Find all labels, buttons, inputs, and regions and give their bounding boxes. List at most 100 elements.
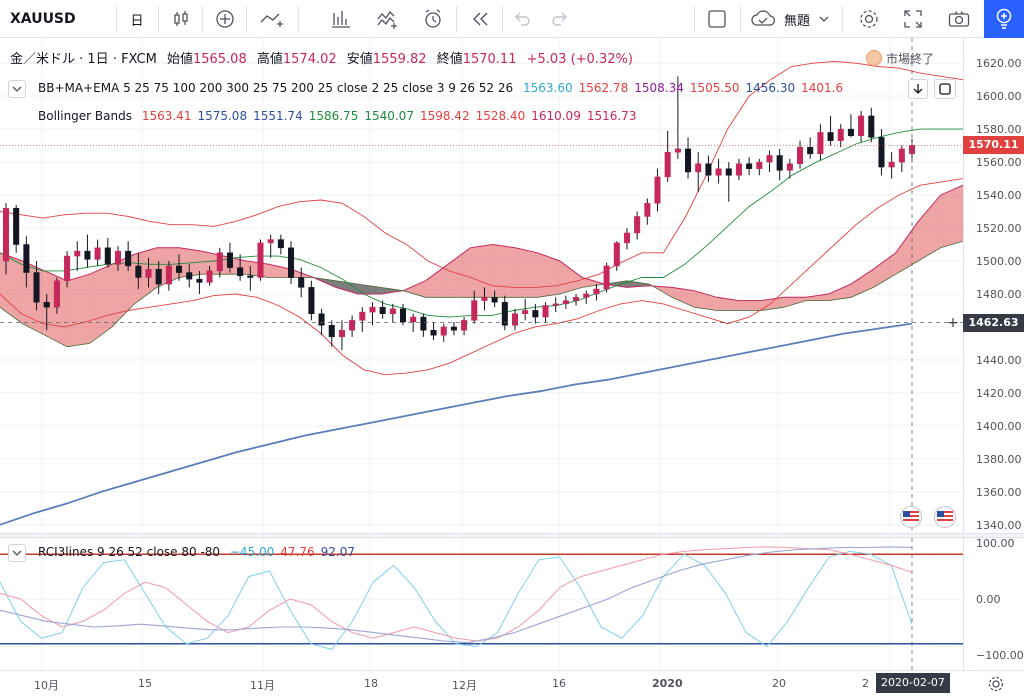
candle: [308, 280, 315, 321]
candle: [104, 237, 111, 268]
candle: [237, 254, 244, 281]
time-axis[interactable]: 10月 15 11月 18 12月 16 2020 20 2: [0, 670, 1024, 697]
candle: [450, 321, 457, 336]
price-tick-label: 1560.00: [976, 156, 1022, 169]
cloud-segment: [515, 247, 538, 298]
price-axis[interactable]: 1620.00 1600.00 1580.00 1560.00 1540.00 1520.…: [963, 38, 1024, 533]
candle: [257, 239, 264, 281]
rci-legend[interactable]: RCI3lines 9 26 52 close 80 -80 −45.00 47.…: [38, 545, 367, 559]
settings-icon[interactable]: [854, 0, 884, 38]
bbmaema-legend[interactable]: BB+MA+EMA 5 25 75 100 200 300 25 75 200 …: [38, 81, 855, 95]
time-tick-label: 20: [772, 677, 786, 690]
toolbar-divider: [740, 6, 741, 32]
bars-icon[interactable]: [326, 0, 356, 38]
candle: [858, 110, 865, 143]
bollinger-value: 1551.74: [253, 109, 303, 123]
layout-icon[interactable]: [702, 0, 732, 38]
rci-axis[interactable]: 100.00 0.00 −100.00: [963, 537, 1024, 670]
price-tick-label: 1580.00: [976, 123, 1022, 136]
bbmaema-value: 1456.30: [745, 81, 796, 95]
scroll-down-icon[interactable]: [908, 79, 928, 99]
candle: [797, 140, 804, 169]
time-tick-label: 10月: [34, 679, 59, 692]
time-tick-label: 2: [862, 677, 869, 690]
cloud-segment: [89, 264, 112, 344]
candles-icon[interactable]: [166, 0, 196, 38]
rci-value: 92.07: [320, 545, 356, 559]
toolbar-divider: [202, 6, 203, 32]
rci-tick-label: 100.00: [976, 538, 1015, 550]
bollinger-value: 1540.07: [364, 109, 414, 123]
open-label: 始値: [166, 52, 193, 67]
crosshair-date-tag: 2020-02-07: [876, 673, 950, 693]
compare-icon[interactable]: [254, 0, 292, 38]
time-tick-label: 2020: [652, 677, 683, 690]
alert-icon[interactable]: [418, 0, 448, 38]
chart-title: 金／米ドル · 1日 · FXCM: [10, 52, 157, 67]
change-value: +5.03 (+0.32%): [526, 52, 633, 67]
cloud-save-icon[interactable]: [748, 0, 778, 38]
collapse-legend-button[interactable]: [8, 80, 26, 98]
screenshot-icon[interactable]: [944, 0, 974, 38]
price-tick-label: 1440.00: [976, 354, 1022, 367]
rci-values: −45.00 47.76 92.07: [230, 545, 361, 559]
bbmaema-value: 1401.6: [801, 81, 844, 95]
undo-icon[interactable]: [508, 0, 536, 38]
maximize-pane-icon[interactable]: [934, 79, 956, 99]
bollinger-values: 1563.41 1575.08 1551.74 1586.75 1540.07 1598.…: [142, 109, 643, 123]
candle: [318, 308, 325, 336]
rci-value: 47.76: [280, 545, 315, 559]
chart-settings-gear-icon[interactable]: [984, 672, 1008, 696]
toolbar-divider: [246, 6, 247, 32]
candle: [522, 298, 529, 321]
rci-tick-label: −100.00: [976, 649, 1024, 662]
bollinger-value: 1575.08: [197, 109, 248, 123]
chevron-down-icon[interactable]: [814, 0, 834, 38]
redo-icon[interactable]: [546, 0, 574, 38]
price-tick-label: 1400.00: [976, 420, 1022, 433]
bbmaema-value: 1505.50: [689, 81, 740, 95]
high-label: 高値: [256, 52, 283, 67]
candle: [369, 302, 376, 326]
candle: [746, 157, 753, 176]
market-status: 市場終了: [886, 52, 935, 66]
rci-long-line: [0, 546, 913, 644]
crosshair-plus-icon[interactable]: +: [946, 316, 960, 330]
close-label: 終値: [436, 52, 463, 67]
bollinger-legend[interactable]: Bollinger Bands 1563.41 1575.08 1551.74 158…: [38, 109, 648, 123]
us-event-flag-icon[interactable]: [934, 506, 956, 528]
interval-button[interactable]: 日: [124, 0, 150, 38]
candle: [603, 262, 610, 293]
rewind-icon[interactable]: [466, 0, 496, 38]
fullscreen-icon[interactable]: [898, 0, 928, 38]
symbol-search[interactable]: XAUUSD: [10, 0, 76, 38]
candle: [562, 295, 569, 309]
rci-mid-line: [0, 546, 913, 642]
candle: [13, 204, 20, 253]
candle: [868, 107, 875, 143]
candle: [430, 321, 437, 341]
toolbar-divider: [694, 6, 695, 32]
price-tick-label: 1620.00: [976, 57, 1022, 70]
price-tick-label: 1360.00: [976, 486, 1022, 499]
rci-value: −45.00: [229, 545, 275, 559]
chart-name-label[interactable]: 無題: [780, 0, 814, 38]
cloud-segment: [447, 247, 471, 298]
us-event-flag-icon[interactable]: [900, 506, 922, 528]
candle: [654, 168, 661, 212]
ideas-icon[interactable]: [984, 0, 1024, 38]
price-tick-label: 1600.00: [976, 90, 1022, 103]
collapse-rci-legend-button[interactable]: [8, 544, 26, 562]
toolbar-divider: [298, 6, 299, 32]
bbmaema-values: 1563.60 1562.78 1508.34 1505.50 1456.30 1401.…: [523, 81, 849, 95]
add-indicator-icon[interactable]: [210, 0, 240, 38]
time-tick-label: 12月: [452, 679, 477, 692]
candle: [420, 313, 427, 337]
indicator-templates-icon[interactable]: [372, 0, 402, 38]
rci-short-line: [0, 550, 913, 650]
candle: [94, 239, 101, 266]
bollinger-value: 1598.42: [419, 109, 470, 123]
low-label: 安値: [346, 52, 373, 67]
candle: [634, 211, 641, 240]
bollinger-label: Bollinger Bands: [38, 109, 132, 123]
